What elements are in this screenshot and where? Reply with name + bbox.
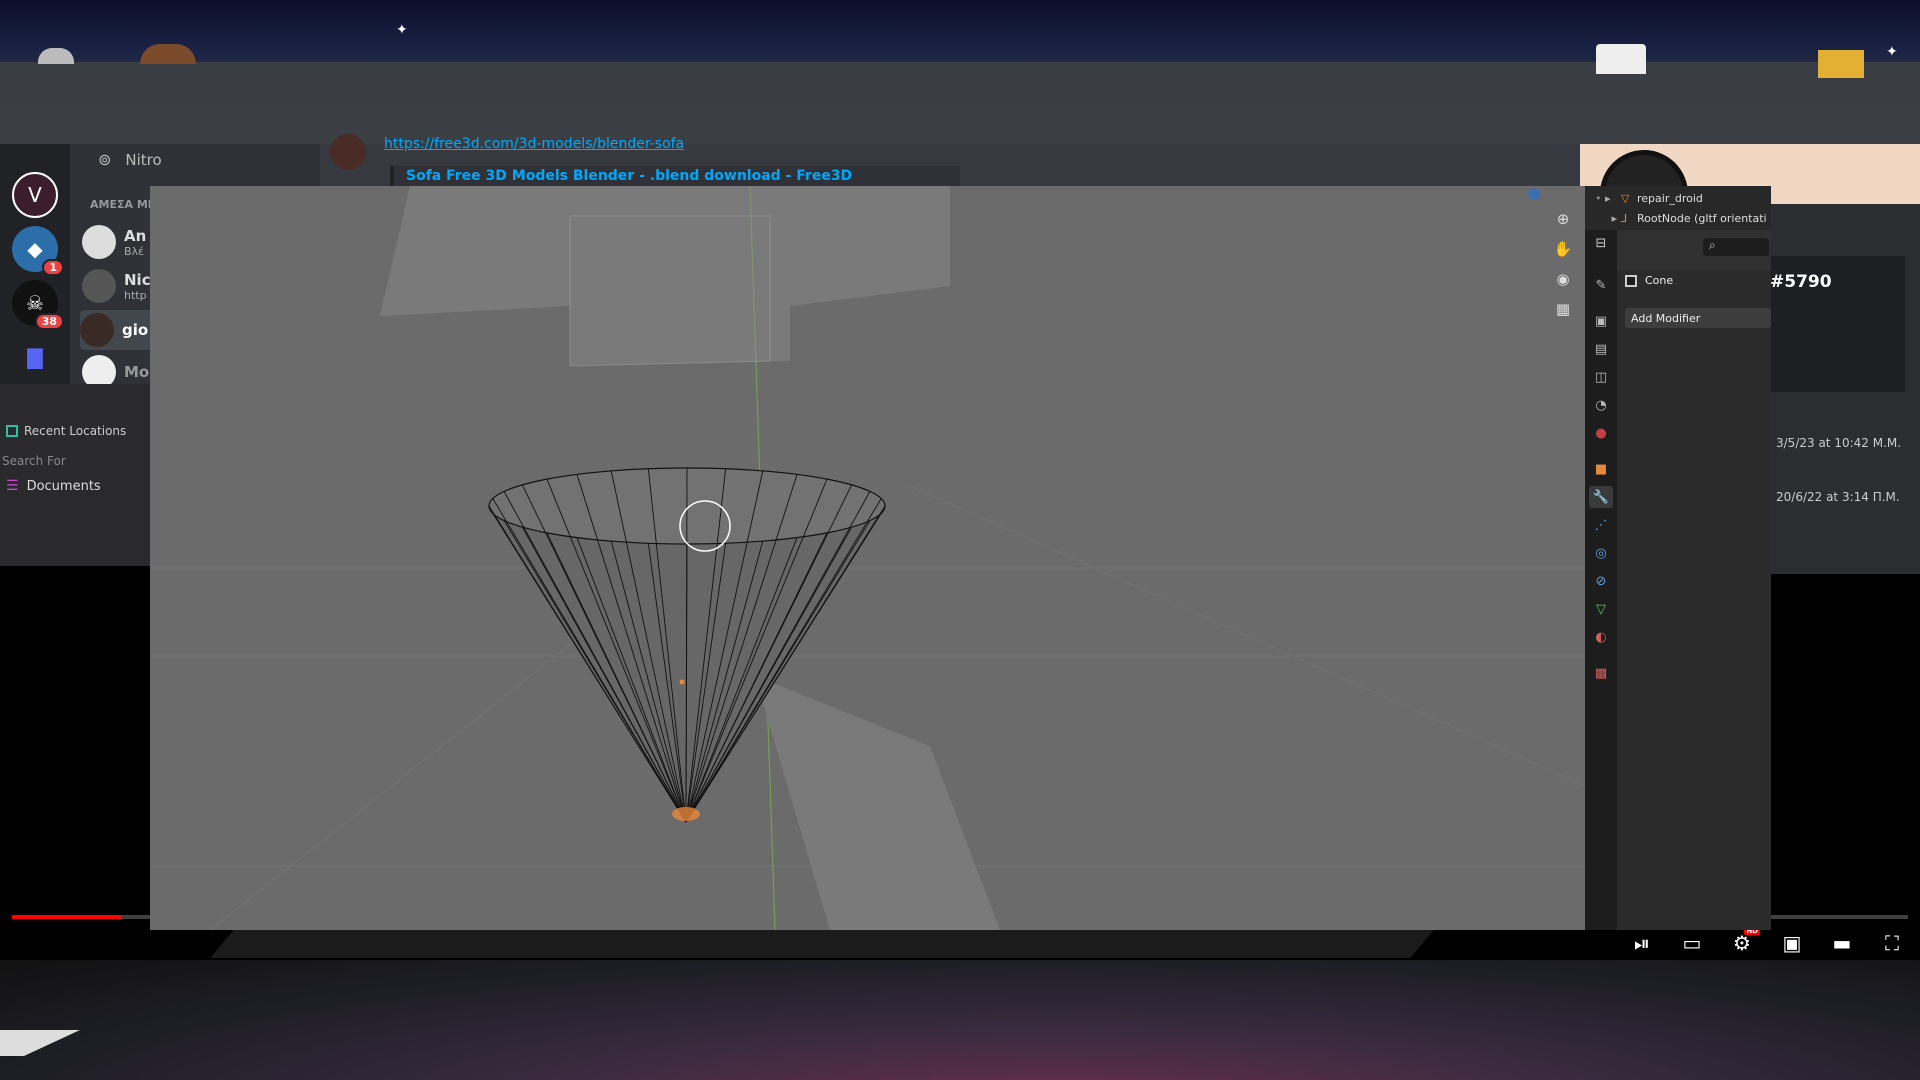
shadow-plane — [755, 676, 1000, 930]
outliner-row[interactable]: ▸ ⅃ RootNode (gltf orientati — [1585, 208, 1771, 228]
scene-tab-icon[interactable]: ◔ — [1589, 394, 1613, 416]
physics-tab-icon[interactable]: ◎ — [1589, 542, 1613, 564]
output-tab-icon[interactable]: ▤ — [1589, 338, 1613, 360]
blender-timeline — [210, 930, 1434, 958]
user-tag: #5790 — [1770, 272, 1832, 292]
wallpaper-band — [0, 62, 1920, 144]
avatar — [82, 225, 116, 259]
camera-icon[interactable]: ◉ — [1550, 266, 1576, 292]
object-data-icon — [1625, 274, 1637, 287]
nitro-label: Nitro — [125, 150, 162, 169]
documents-item[interactable]: ☰ Documents — [6, 478, 101, 494]
constraints-tab-icon[interactable]: ⊘ — [1589, 570, 1613, 592]
documents-label: Documents — [26, 478, 101, 494]
outliner-row[interactable]: • ▸ ▽ repair_droid — [1585, 188, 1771, 208]
avatar — [80, 313, 114, 347]
nitro-icon: ⊚ — [98, 150, 112, 169]
finder-sidebar: Recent Locations Search For ☰ Documents — [0, 384, 150, 566]
timestamp: 20/6/22 at 3:14 Π.Μ. — [1776, 490, 1900, 504]
star-icon: ✦ — [396, 22, 408, 38]
blender-3d-viewport[interactable]: ⊕ ✋ ◉ ▦ — [150, 186, 1585, 930]
properties-tabs: ⊟ ✎ ▣ ▤ ◫ ◔ ● ■ 🔧 ⋰ ◎ ⊘ ▽ ◐ ▩ — [1585, 230, 1617, 930]
armature-icon: ⅃ — [1621, 211, 1628, 225]
subtitles-button[interactable]: ▭ — [1678, 929, 1706, 957]
grid-view-icon[interactable]: ▦ — [1550, 296, 1576, 322]
fullscreen-button[interactable]: ⛶ — [1878, 929, 1906, 957]
autoplay-toggle[interactable]: ⏯ — [1628, 929, 1656, 957]
dock-app-icon[interactable] — [140, 44, 196, 64]
blender-outliner: • ▸ ▽ repair_droid ▸ ⅃ RootNode (gltf or… — [1585, 186, 1771, 230]
dm-item-selected[interactable]: gio — [80, 310, 160, 350]
data-tab-icon[interactable]: ▽ — [1589, 598, 1613, 620]
particles-tab-icon[interactable]: ⋰ — [1589, 514, 1613, 536]
dm-name: Mo — [124, 363, 150, 381]
star-icon: ✦ — [1886, 44, 1898, 60]
theater-mode-button[interactable]: ▬ — [1828, 929, 1856, 957]
embed-title-link[interactable]: Sofa Free 3D Models Blender - .blend dow… — [406, 168, 852, 184]
object-name-row[interactable]: Cone — [1625, 274, 1673, 287]
pan-hand-icon[interactable]: ✋ — [1550, 236, 1576, 262]
tool-tab-icon[interactable]: ✎ — [1589, 274, 1613, 296]
clock-icon — [6, 425, 18, 437]
player-controls: ⏯ ▭ ⚙ HD ▣ ▬ ⛶ — [1600, 925, 1920, 961]
dm-name: Nic — [124, 270, 151, 289]
world-tab-icon[interactable]: ● — [1589, 422, 1613, 444]
origin-point — [679, 679, 685, 685]
render-tab-icon[interactable]: ▣ — [1589, 310, 1613, 332]
recent-locations-item[interactable]: Recent Locations — [6, 424, 126, 438]
server-icon-v[interactable]: V — [12, 172, 58, 218]
object-tab-icon[interactable]: ■ — [1589, 458, 1613, 480]
dm-section-header: ΑΜΕΣΑ ΜΗ — [90, 198, 157, 211]
properties-header: ⌕ — [1617, 230, 1771, 270]
chat-message-area: https://free3d.com/3d-models/blender-sof… — [320, 134, 1580, 190]
video-progress-fill — [12, 915, 122, 919]
server-icon-diamond[interactable]: ◆ 1 — [12, 226, 64, 276]
folder-icon[interactable]: ▇ — [12, 334, 58, 380]
object-name: Cone — [1645, 274, 1674, 287]
ghost-mesh — [380, 186, 950, 366]
dm-name: gio — [122, 321, 149, 339]
axis-gizmo-icon[interactable] — [1528, 188, 1540, 200]
dock-app-icon[interactable] — [38, 48, 74, 64]
message-link[interactable]: https://free3d.com/3d-models/blender-sof… — [384, 136, 684, 152]
view-layer-tab-icon[interactable]: ◫ — [1589, 366, 1613, 388]
avatar — [330, 134, 366, 170]
unread-badge: 1 — [42, 259, 64, 276]
mail-icon[interactable] — [1818, 50, 1864, 78]
zoom-icon[interactable]: ⊕ — [1550, 206, 1576, 232]
background-blur — [0, 960, 1920, 1080]
selected-tip-faces — [672, 807, 700, 821]
nitro-item[interactable]: ⊚ Nitro — [98, 150, 162, 169]
server-icon-pirate[interactable]: ☠ 38 — [12, 280, 64, 330]
unread-badge: 38 — [34, 313, 64, 330]
add-modifier-button[interactable]: Add Modifier — [1625, 308, 1771, 328]
avatar — [82, 269, 116, 303]
modifier-wrench-icon[interactable]: 🔧 — [1589, 486, 1613, 508]
timestamp: 3/5/23 at 10:42 M.M. — [1776, 436, 1902, 450]
editor-type-icon[interactable]: ⊟ — [1589, 232, 1613, 254]
dm-status: http — [124, 288, 147, 302]
outliner-label: RootNode (gltf orientati — [1637, 211, 1767, 225]
discord-server-list: V ◆ 1 ☠ 38 ▇ — [0, 144, 70, 384]
properties-search-icon[interactable]: ⌕ — [1703, 238, 1769, 256]
outliner-label: repair_droid — [1637, 191, 1703, 205]
material-tab-icon[interactable]: ◐ — [1589, 626, 1613, 648]
mesh-icon: ▽ — [1621, 191, 1630, 205]
texture-tab-icon[interactable]: ▩ — [1589, 662, 1613, 684]
settings-gear-icon[interactable]: ⚙ HD — [1728, 927, 1760, 957]
document-icon[interactable] — [1596, 44, 1646, 74]
dm-status: Βλέ — [124, 244, 145, 258]
properties-panel — [1617, 270, 1771, 930]
add-modifier-label: Add Modifier — [1631, 311, 1701, 325]
search-for-header: Search For — [2, 454, 66, 468]
documents-icon: ☰ — [6, 478, 19, 494]
miniplayer-button[interactable]: ▣ — [1778, 929, 1806, 957]
recent-locations-label: Recent Locations — [24, 424, 127, 438]
dm-name: An — [124, 226, 147, 245]
